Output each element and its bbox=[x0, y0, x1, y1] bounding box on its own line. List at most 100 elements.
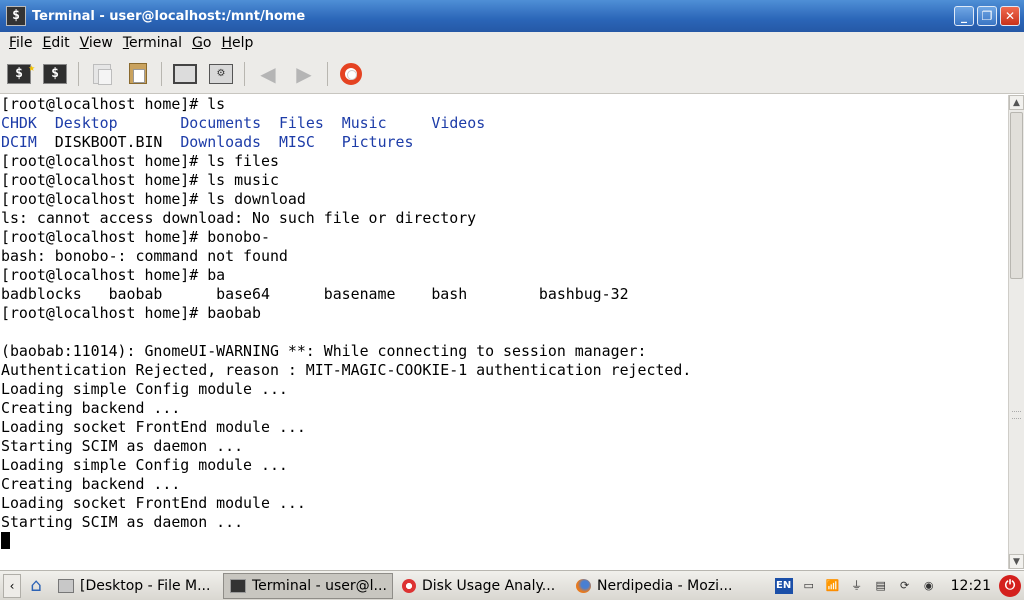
wifi-icon[interactable]: 📶 bbox=[825, 578, 841, 594]
home-icon[interactable]: ⌂ bbox=[25, 575, 47, 597]
terminal-line: [root@localhost home]# baobab bbox=[0, 304, 1008, 323]
terminal-line: [root@localhost home]# ba bbox=[0, 266, 1008, 285]
directory-name: Music bbox=[341, 114, 387, 132]
terminal-text: [root@localhost home]# ls music bbox=[1, 171, 279, 189]
menu-view[interactable]: View bbox=[75, 35, 118, 51]
toolbar-separator bbox=[327, 61, 328, 86]
minimize-icon[interactable]: _ bbox=[954, 6, 974, 26]
terminal-text: Creating backend ... bbox=[1, 399, 181, 417]
title-bar[interactable]: $ Terminal - user@localhost:/mnt/home _ … bbox=[0, 0, 1024, 32]
menu-terminal[interactable]: Terminal bbox=[118, 35, 187, 51]
terminal-text: Creating backend ... bbox=[1, 475, 181, 493]
maximize-icon[interactable]: ❐ bbox=[977, 6, 997, 26]
directory-name: Videos bbox=[431, 114, 486, 132]
terminal-text: [root@localhost home]# baobab bbox=[1, 304, 261, 322]
terminal-line: Creating backend ... bbox=[0, 399, 1008, 418]
terminal-text: Loading simple Config module ... bbox=[1, 380, 288, 398]
terminal-line: [root@localhost home]# ls bbox=[0, 95, 1008, 114]
terminal-line: (baobab:11014): GnomeUI-WARNING **: Whil… bbox=[0, 342, 1008, 361]
network-plug-icon[interactable]: ⏚ bbox=[849, 578, 865, 594]
scroll-down-icon[interactable]: ▼ bbox=[1009, 554, 1024, 569]
menu-edit[interactable]: Edit bbox=[37, 35, 74, 51]
copy-button[interactable] bbox=[89, 61, 115, 87]
menu-help[interactable]: Help bbox=[216, 35, 258, 51]
terminal-prompt-line[interactable] bbox=[0, 532, 1008, 551]
window-title: Terminal - user@localhost:/mnt/home bbox=[32, 8, 306, 24]
new-terminal-button[interactable]: $ ★ bbox=[6, 61, 35, 87]
help-button[interactable] bbox=[338, 61, 364, 87]
task-firefox[interactable]: Nerdipedia - Mozi... bbox=[569, 573, 741, 599]
forward-button[interactable]: ▶ bbox=[291, 61, 317, 87]
drive-icon[interactable]: ▤ bbox=[873, 578, 889, 594]
disk-usage-icon bbox=[402, 578, 416, 593]
task-file-manager[interactable]: [Desktop - File M... bbox=[51, 573, 221, 599]
terminal-text: bash: bonobo-: command not found bbox=[1, 247, 288, 265]
menu-go[interactable]: Go bbox=[187, 35, 216, 51]
menu-bar: File Edit View Terminal Go Help bbox=[0, 32, 1024, 54]
terminal-line: Loading simple Config module ... bbox=[0, 380, 1008, 399]
terminal-line: CHDK Desktop Documents Files Music Video… bbox=[0, 114, 1008, 133]
terminal-text: (baobab:11014): GnomeUI-WARNING **: Whil… bbox=[1, 342, 647, 360]
directory-name: Files bbox=[278, 114, 324, 132]
paste-icon bbox=[129, 63, 147, 84]
audio-icon[interactable]: ◉ bbox=[921, 578, 937, 594]
directory-name: DCIM bbox=[1, 133, 37, 151]
terminal-output[interactable]: [root@localhost home]# ls CHDK Desktop Do… bbox=[0, 95, 1008, 569]
scroll-thumb[interactable] bbox=[1010, 112, 1023, 279]
terminal-text: [root@localhost home]# bonobo- bbox=[1, 228, 270, 246]
terminal-text: Authentication Rejected, reason : MIT-MA… bbox=[1, 361, 692, 379]
terminal-line: [root@localhost home]# ls files bbox=[0, 152, 1008, 171]
scroll-grip bbox=[1012, 411, 1021, 419]
terminal-line: [root@localhost home]# bonobo- bbox=[0, 228, 1008, 247]
terminal-app-icon[interactable]: $ bbox=[6, 6, 26, 26]
power-icon[interactable]: ⏻ bbox=[999, 575, 1021, 597]
task-label: Disk Usage Analy... bbox=[422, 577, 556, 594]
task-terminal[interactable]: Terminal - user@l... bbox=[223, 572, 393, 599]
updates-icon[interactable]: ⟳ bbox=[897, 578, 913, 594]
terminal-text: Loading socket FrontEnd module ... bbox=[1, 418, 306, 436]
terminal-line: ls: cannot access download: No such file… bbox=[0, 209, 1008, 228]
terminal-text: Starting SCIM as daemon ... bbox=[1, 513, 244, 531]
storage-icon[interactable]: ▭ bbox=[801, 578, 817, 594]
text-cursor bbox=[1, 532, 10, 549]
preferences-button[interactable]: ⚙ bbox=[208, 61, 234, 87]
window-controls: _ ❐ ✕ bbox=[954, 6, 1020, 26]
scroll-up-icon[interactable]: ▲ bbox=[1009, 95, 1024, 110]
keyboard-layout-icon[interactable]: EN bbox=[774, 578, 793, 594]
directory-name: Documents bbox=[180, 114, 262, 132]
terminal-icon bbox=[230, 578, 246, 593]
directory-name: Pictures bbox=[341, 133, 414, 151]
fullscreen-button[interactable] bbox=[172, 61, 198, 87]
directory-name: CHDK bbox=[1, 114, 37, 132]
terminal-text: [root@localhost home]# ls bbox=[1, 95, 226, 113]
toolbar-separator bbox=[78, 61, 79, 86]
terminal-text: Loading simple Config module ... bbox=[1, 456, 288, 474]
new-tab-icon: $ bbox=[43, 63, 67, 84]
paste-button[interactable] bbox=[125, 61, 151, 87]
copy-icon bbox=[93, 63, 112, 85]
vertical-scrollbar[interactable]: ▲ ▼ bbox=[1008, 95, 1024, 569]
taskbar-left-arrow-icon[interactable]: ‹ bbox=[3, 573, 21, 598]
new-tab-button[interactable]: $ bbox=[42, 61, 68, 87]
terminal-line: Starting SCIM as daemon ... bbox=[0, 513, 1008, 532]
new-terminal-icon: $ ★ bbox=[7, 61, 35, 84]
task-disk-usage[interactable]: Disk Usage Analy... bbox=[395, 573, 567, 599]
task-label: Nerdipedia - Mozi... bbox=[597, 577, 733, 594]
toolbar-separator bbox=[244, 61, 245, 86]
file-manager-icon bbox=[58, 578, 74, 593]
terminal-text: Loading socket FrontEnd module ... bbox=[1, 494, 306, 512]
forward-arrow-icon: ▶ bbox=[296, 61, 312, 86]
help-lifebuoy-icon bbox=[340, 62, 362, 85]
terminal-line: badblocks baobab base64 basename bash ba… bbox=[0, 285, 1008, 304]
terminal-line: Loading socket FrontEnd module ... bbox=[0, 418, 1008, 437]
terminal-line: [root@localhost home]# ls download bbox=[0, 190, 1008, 209]
back-button[interactable]: ◀ bbox=[255, 61, 281, 87]
menu-file[interactable]: File bbox=[4, 35, 37, 51]
clock[interactable]: 12:21 bbox=[951, 578, 991, 594]
close-icon[interactable]: ✕ bbox=[1000, 6, 1020, 26]
toolbar-separator bbox=[161, 61, 162, 86]
